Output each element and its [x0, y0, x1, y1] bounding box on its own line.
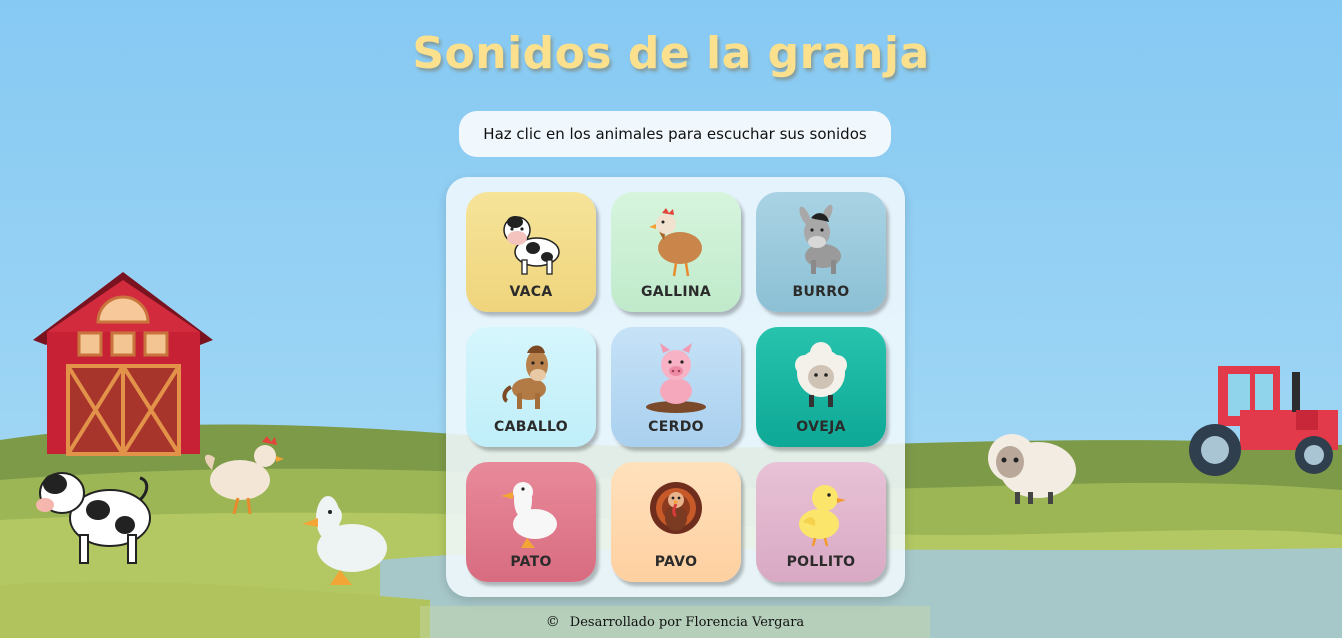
chick-icon	[799, 485, 846, 547]
animal-label: PATO	[510, 554, 552, 570]
cow-icon	[503, 216, 560, 275]
animal-card-caballo[interactable]: CABALLO	[466, 327, 596, 447]
sheep-icon	[795, 342, 847, 407]
animal-card-cerdo[interactable]: CERDO	[611, 327, 741, 447]
page-title: Sonidos de la granja	[412, 28, 930, 79]
footer-credit: Desarrollado por Florencia Vergara	[569, 614, 805, 630]
instructions-banner: Haz clic en los animales para escuchar s…	[459, 111, 891, 157]
animal-card-pavo[interactable]: PAVO	[611, 462, 741, 582]
horse-icon	[502, 345, 548, 409]
animal-label: CERDO	[648, 419, 704, 435]
animal-label: POLLITO	[786, 554, 856, 570]
hen-icon	[649, 208, 702, 277]
animal-card-gallina[interactable]: GALLINA	[611, 192, 741, 312]
animal-label: VACA	[509, 284, 553, 300]
animal-label: CABALLO	[494, 419, 568, 435]
duck-icon	[501, 482, 557, 548]
footer: © Desarrollado por Florencia Vergara	[420, 606, 930, 638]
animal-card-vaca[interactable]: VACA	[466, 192, 596, 312]
animal-card-oveja[interactable]: OVEJA	[756, 327, 886, 447]
animal-card-pollito[interactable]: POLLITO	[756, 462, 886, 582]
animal-label: OVEJA	[796, 419, 846, 435]
animal-label: GALLINA	[640, 284, 712, 300]
copyright-icon: ©	[545, 614, 560, 630]
animal-label: BURRO	[792, 284, 850, 300]
pig-icon	[646, 343, 706, 413]
animal-card-burro[interactable]: BURRO	[756, 192, 886, 312]
donkey-icon	[799, 204, 841, 274]
turkey-icon	[650, 482, 702, 534]
animal-label: PAVO	[654, 554, 698, 570]
animal-card-pato[interactable]: PATO	[466, 462, 596, 582]
